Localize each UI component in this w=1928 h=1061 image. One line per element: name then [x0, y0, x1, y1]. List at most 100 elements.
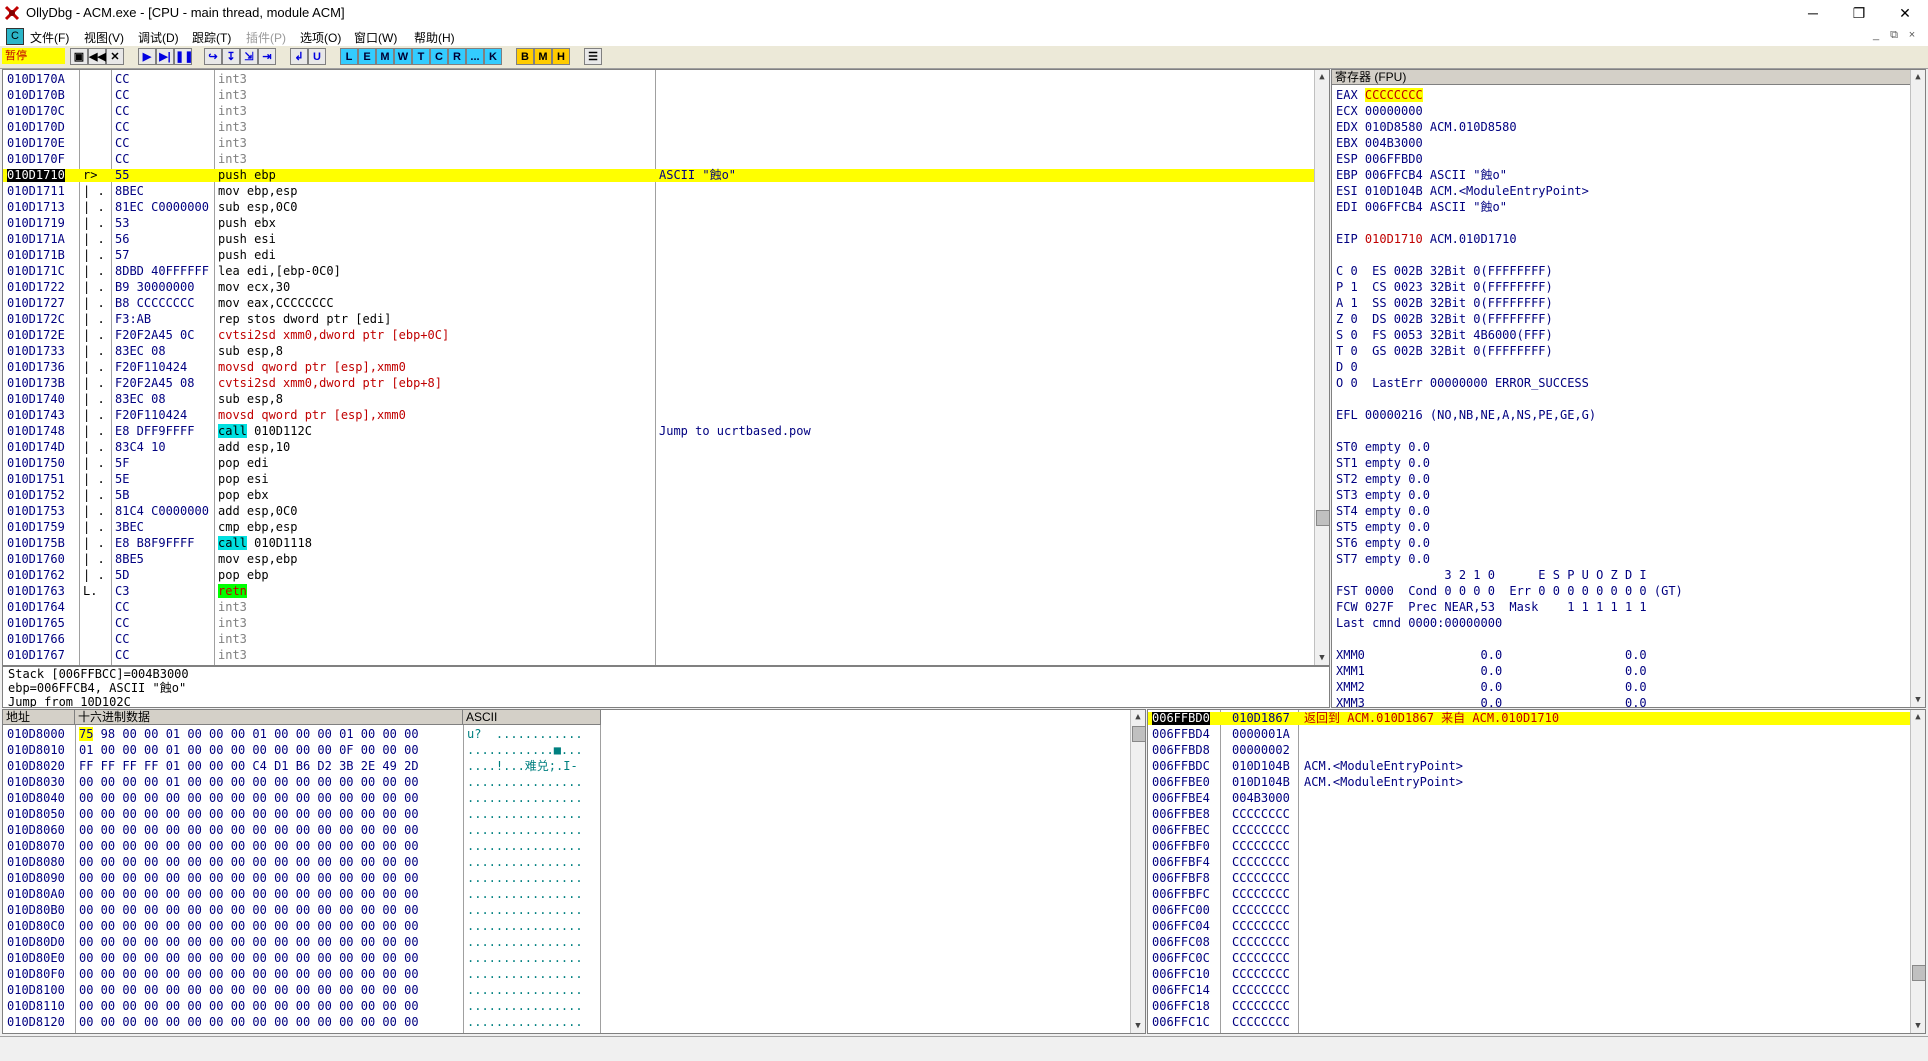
mdi-close-button[interactable]: ×: [1904, 28, 1920, 43]
register-line[interactable]: ST0 empty 0.0: [1336, 441, 1430, 454]
stack-row[interactable]: 006FFBE4 004B3000: [1148, 792, 1910, 805]
disasm-row[interactable]: 010D173B | . F20F2A45 08 cvtsi2sd xmm0,dwor…: [3, 377, 1315, 390]
registers-header[interactable]: 寄存器 (FPU): [1332, 70, 1912, 85]
register-line[interactable]: A 1 SS 002B 32Bit 0(FFFFFFFF): [1336, 297, 1553, 310]
disasm-row[interactable]: 010D1727 | . B8 CCCCCCCC mov eax,CCCCCCCC: [3, 297, 1315, 310]
register-line[interactable]: P 1 CS 0023 32Bit 0(FFFFFFFF): [1336, 281, 1553, 294]
pause-icon[interactable]: ❚❚: [174, 48, 193, 65]
eip-value[interactable]: 010D1710: [1365, 232, 1423, 246]
minimize-button[interactable]: ─: [1790, 0, 1836, 26]
register-line[interactable]: D 0: [1336, 361, 1358, 374]
register-line[interactable]: ST5 empty 0.0: [1336, 521, 1430, 534]
cpu-button[interactable]: C: [430, 48, 448, 65]
stack-row[interactable]: 006FFBD4 0000001A: [1148, 728, 1910, 741]
register-line[interactable]: Last cmnd 0000:00000000: [1336, 617, 1502, 630]
register-line[interactable]: XMM1 0.0 0.0: [1336, 665, 1647, 678]
stack-row[interactable]: 006FFBFC CCCCCCCC: [1148, 888, 1910, 901]
register-line[interactable]: FCW 027F Prec NEAR,53 Mask 1 1 1 1 1 1: [1336, 601, 1647, 614]
stack-row[interactable]: 006FFC18 CCCCCCCC: [1148, 1000, 1910, 1013]
disasm-row[interactable]: 010D1752 | . 5B pop ebx: [3, 489, 1315, 502]
restore-button[interactable]: ❐: [1836, 0, 1882, 26]
register-line[interactable]: XMM0 0.0 0.0: [1336, 649, 1647, 662]
stack-row[interactable]: 006FFBEC CCCCCCCC: [1148, 824, 1910, 837]
disasm-row[interactable]: 010D171C | . 8DBD 40FFFFFF lea edi,[ebp-0C0…: [3, 265, 1315, 278]
windows-button[interactable]: W: [394, 48, 412, 65]
disasm-row[interactable]: 010D1753 | . 81C4 C0000000 add esp,0C0: [3, 505, 1315, 518]
disasm-row[interactable]: 010D1764 CC int3: [3, 601, 1315, 614]
disassembly-scrollbar[interactable]: ▲ ▼: [1314, 70, 1329, 665]
disasm-row[interactable]: 010D171B | . 57 push edi: [3, 249, 1315, 262]
execute-till-return-icon[interactable]: ↲: [290, 48, 308, 65]
register-line[interactable]: ESP 006FFBD0: [1336, 153, 1423, 166]
dump-scrollbar[interactable]: ▲ ▼: [1130, 710, 1145, 1033]
executable-modules-button[interactable]: E: [358, 48, 376, 65]
stack-row[interactable]: 006FFC10 CCCCCCCC: [1148, 968, 1910, 981]
call-stack-button[interactable]: K: [484, 48, 502, 65]
dump-header-ascii[interactable]: ASCII: [463, 710, 601, 725]
register-line[interactable]: ST7 empty 0.0: [1336, 553, 1430, 566]
dump-header-hex[interactable]: 十六进制数据: [75, 710, 463, 725]
register-line[interactable]: 3 2 1 0 E S P U O Z D I: [1336, 569, 1646, 582]
stack-row[interactable]: 006FFBD8 00000002: [1148, 744, 1910, 757]
menu-plugins[interactable]: 插件(P): [246, 29, 286, 46]
close-button[interactable]: ✕: [1882, 0, 1928, 26]
stack-row[interactable]: 006FFC04 CCCCCCCC: [1148, 920, 1910, 933]
stack-row[interactable]: 006FFBE8 CCCCCCCC: [1148, 808, 1910, 821]
registers-pane[interactable]: 寄存器 (FPU) EAX CCCCCCCC ECX 00000000 EDX 01…: [1331, 69, 1926, 708]
disasm-row[interactable]: 010D1733 | . 83EC 08 sub esp,8: [3, 345, 1315, 358]
register-line[interactable]: ST1 empty 0.0: [1336, 457, 1430, 470]
register-line[interactable]: XMM2 0.0 0.0: [1336, 681, 1647, 694]
menu-debug[interactable]: 调试(D): [138, 29, 179, 46]
disasm-row[interactable]: 010D1748 | . E8 DFF9FFFF call 010D112C Jump …: [3, 424, 1315, 438]
stack-scrollbar[interactable]: ▲ ▼: [1910, 710, 1925, 1033]
log-window-button[interactable]: L: [340, 48, 358, 65]
disasm-row[interactable]: 010D1763 L. C3 retn: [3, 584, 1315, 598]
register-line[interactable]: XMM3 0.0 0.0: [1336, 697, 1647, 708]
register-line[interactable]: T 0 GS 002B 32Bit 0(FFFFFFFF): [1336, 345, 1553, 358]
register-line[interactable]: O 0 LastErr 00000000 ERROR_SUCCESS: [1336, 377, 1589, 390]
close-program-icon[interactable]: ✕: [106, 48, 124, 65]
step-into-icon[interactable]: ↪: [204, 48, 222, 65]
disasm-row[interactable]: 010D1766 CC int3: [3, 633, 1315, 646]
menu-view[interactable]: 视图(V): [84, 29, 124, 46]
disasm-row[interactable]: 010D1736 | . F20F110424 movsd qword ptr [es…: [3, 361, 1315, 374]
run-trace-button[interactable]: ...: [466, 48, 484, 65]
register-line[interactable]: C 0 ES 002B 32Bit 0(FFFFFFFF): [1336, 265, 1553, 278]
register-line[interactable]: ST6 empty 0.0: [1336, 537, 1430, 550]
stack-row[interactable]: 006FFBF0 CCCCCCCC: [1148, 840, 1910, 853]
memory-breakpoints-button[interactable]: M: [534, 48, 552, 65]
register-line[interactable]: EAX CCCCCCCC: [1336, 88, 1423, 102]
disassembly-pane[interactable]: 010D170A CC int3 010D170B CC int3 010D170C C…: [2, 69, 1330, 666]
restart-icon[interactable]: ◀◀: [88, 48, 106, 65]
mdi-minimize-button[interactable]: _: [1868, 28, 1884, 43]
stack-row[interactable]: 006FFBF4 CCCCCCCC: [1148, 856, 1910, 869]
list-icon[interactable]: ☰: [584, 48, 602, 65]
register-line[interactable]: Z 0 DS 002B 32Bit 0(FFFFFFFF): [1336, 313, 1553, 326]
stack-row[interactable]: 006FFBD0 010D1867 返回到 ACM.010D1867 来自 ACM.…: [1148, 712, 1910, 725]
cpu-window-icon[interactable]: C: [6, 28, 24, 45]
disasm-row[interactable]: 010D1740 | . 83EC 08 sub esp,8: [3, 393, 1315, 406]
dump-selected-byte[interactable]: 75: [79, 727, 94, 741]
disasm-row[interactable]: 010D170D CC int3: [3, 121, 1315, 134]
register-line[interactable]: S 0 FS 0053 32Bit 4B6000(FFF): [1336, 329, 1553, 342]
menu-file[interactable]: 文件(F): [30, 29, 69, 46]
execute-till-user-code-icon[interactable]: U: [308, 48, 326, 65]
disasm-row[interactable]: 010D1710 r> 55 push ebp ASCII "蝕o": [3, 169, 1315, 182]
disasm-row[interactable]: 010D1767 CC int3: [3, 649, 1315, 662]
menu-help[interactable]: 帮助(H): [414, 29, 455, 46]
register-line[interactable]: EBP 006FFCB4 ASCII "蝕o": [1336, 169, 1507, 182]
disasm-row[interactable]: 010D171A | . 56 push esi: [3, 233, 1315, 246]
menu-window[interactable]: 窗口(W): [354, 29, 397, 46]
disasm-row[interactable]: 010D172E | . F20F2A45 0C cvtsi2sd xmm0,dwor…: [3, 329, 1315, 342]
hardware-breakpoints-button[interactable]: H: [552, 48, 570, 65]
disasm-row[interactable]: 010D1711 | . 8BEC mov ebp,esp: [3, 185, 1315, 198]
register-line[interactable]: ST2 empty 0.0: [1336, 473, 1430, 486]
stack-row[interactable]: 006FFC0C CCCCCCCC: [1148, 952, 1910, 965]
register-line[interactable]: EFL 00000216 (NO,NB,NE,A,NS,PE,GE,G): [1336, 409, 1596, 422]
stack-row[interactable]: 006FFC14 CCCCCCCC: [1148, 984, 1910, 997]
disasm-row[interactable]: 010D170C CC int3: [3, 105, 1315, 118]
disasm-row[interactable]: 010D1750 | . 5F pop edi: [3, 457, 1315, 470]
register-line[interactable]: EDI 006FFCB4 ASCII "蝕o": [1336, 201, 1507, 214]
stack-row[interactable]: 006FFBF8 CCCCCCCC: [1148, 872, 1910, 885]
disasm-row[interactable]: 010D1713 | . 81EC C0000000 sub esp,0C0: [3, 201, 1315, 214]
